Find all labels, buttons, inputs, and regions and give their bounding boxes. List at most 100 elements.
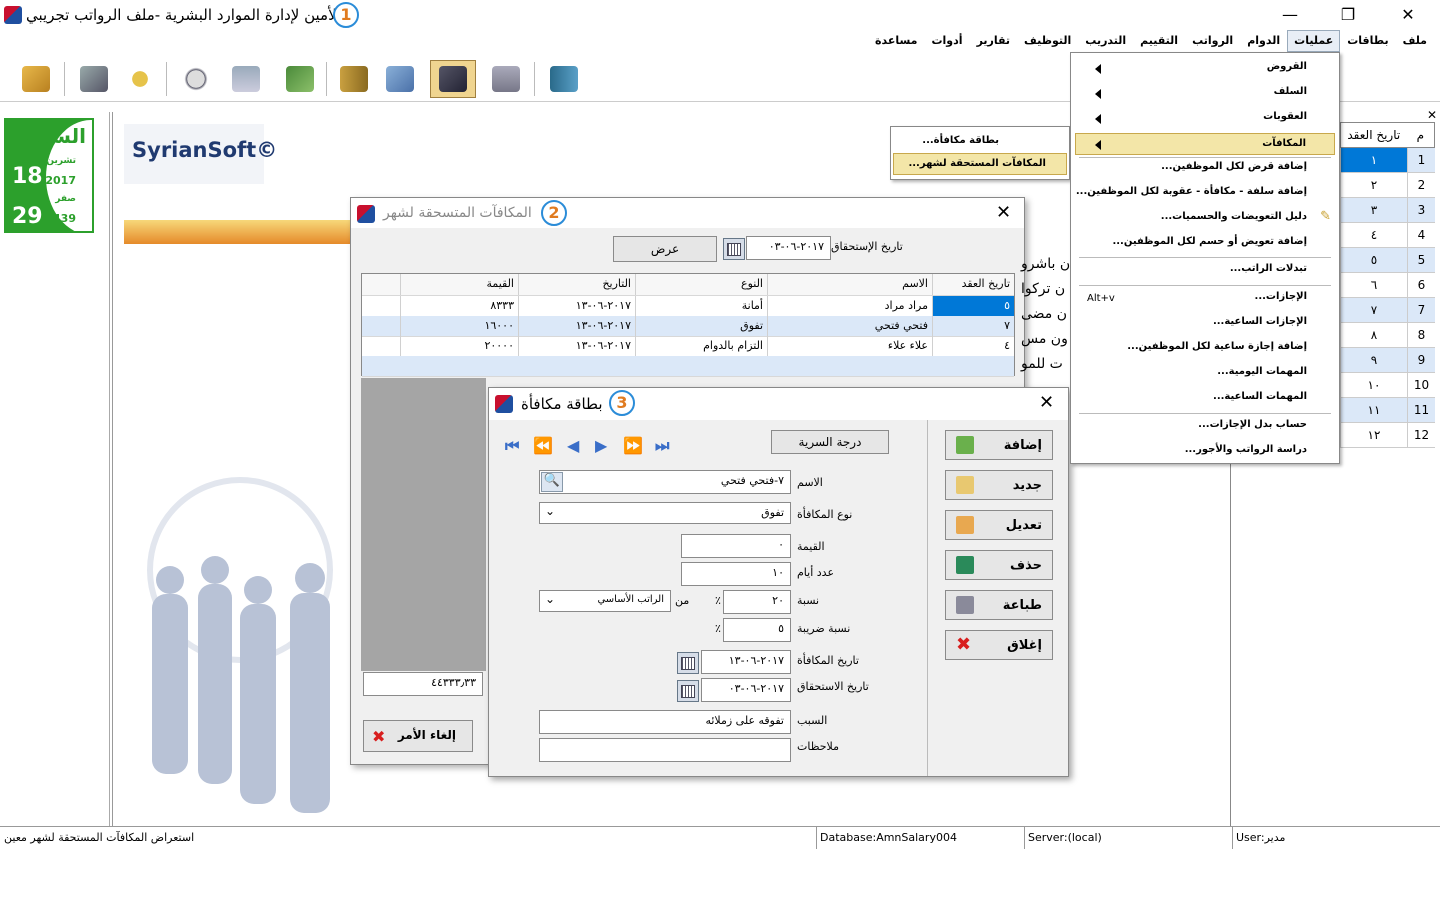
menu-operations[interactable]: عمليات [1287,30,1341,52]
grid-row[interactable]: 10 ١٠ [1340,373,1435,398]
grid-cell-contract: ٩ [1340,348,1407,372]
ratio-field[interactable]: ٢٠ [723,590,791,614]
edit-button[interactable]: تعديل [945,510,1053,540]
due-calendar-icon[interactable] [677,680,699,702]
reason-field[interactable]: تفوقه على زملائه [539,710,791,734]
menu-training[interactable]: التدريب [1078,30,1133,52]
menu-item[interactable]: الإجازات الساعية... [1213,316,1307,327]
menu-recruitment[interactable]: التوظيف [1017,30,1078,52]
restore-button[interactable]: ❐ [1328,4,1368,26]
nav-prev-icon[interactable]: ◀ [567,436,579,455]
grid-row[interactable]: 3٣ [1340,198,1435,223]
grid-row[interactable]: 8٨ [1340,323,1435,348]
table-row[interactable]: ٥ مراد مراد أمانة ٢٠١٧-٠٦-١٣ ٨٣٣٣ [362,296,1014,317]
new-button[interactable]: جديد [945,470,1053,500]
from-chevron-down-icon[interactable]: ⌄ [545,592,555,606]
search-icon[interactable]: 🔍 [541,472,563,492]
table-row[interactable]: ٤ علاء علاء التزام بالدوام ٢٠١٧-٠٦-١٣ ٢٠٠٠٠ [362,336,1014,357]
table-row[interactable]: ٧ فتحي فتحي تفوق ٢٠١٧-٠٦-١٣ ١٦٠٠٠ [362,316,1014,337]
menu-item[interactable]: حساب بدل الإجازات... [1198,419,1307,430]
grid-row[interactable]: 2٢ [1340,173,1435,198]
value-field[interactable]: ٠ [681,534,791,558]
delete-button[interactable]: حذف [945,550,1053,580]
due-date-field[interactable]: ٢٠١٧-٠٦-٠٣ [746,236,831,260]
grid-row[interactable]: 1١ [1340,148,1435,173]
menu-attendance[interactable]: الدوام [1240,30,1287,52]
grid-row[interactable]: 7٧ [1340,298,1435,323]
menu-item[interactable]: العقوبات [1263,111,1307,122]
menu-help[interactable]: مساعدة [868,30,925,52]
submenu-rewards-due[interactable]: المكافآت المستحقة لشهر... [893,153,1067,175]
menu-evaluation[interactable]: التقييم [1133,30,1185,52]
days-field[interactable]: ١٠ [681,562,791,586]
panel-close-icon[interactable]: ✕ [1427,108,1437,122]
books-icon[interactable] [334,60,374,98]
grid-row[interactable]: 4٤ [1340,223,1435,248]
exit-door-icon[interactable] [544,60,584,98]
menu-item[interactable]: المهمات الساعية... [1213,391,1307,402]
show-button[interactable]: عرض [613,236,717,262]
notes-field[interactable] [539,738,791,762]
table-cell: ٢٠١٧-٠٦-١٣ [518,296,635,316]
menu-item[interactable]: إضافة إجازة ساعية لكل الموظفين... [1127,341,1307,352]
name-field[interactable]: ٧-فتحي فتحي [539,470,791,494]
grid-row[interactable]: 9٩ [1340,348,1435,373]
menu-reports[interactable]: تقارير [970,30,1017,52]
menu-item[interactable]: دراسة الرواتب والأجور... [1185,444,1307,455]
grid-row[interactable]: 5٥ [1340,248,1435,273]
nav-first-icon[interactable]: ⏮ [505,436,519,456]
dialog2-close-icon[interactable]: ✕ [996,202,1011,223]
calculator-icon[interactable] [486,60,526,98]
menu-item[interactable]: المكافآت [1075,133,1335,155]
grid-cell-index: 6 [1407,273,1435,297]
grid-cell-contract: ٥ [1340,248,1407,272]
folder-icon[interactable] [380,60,420,98]
menu-item[interactable]: السلف [1274,86,1307,97]
close-dialog-button[interactable]: ✖ إغلاق [945,630,1053,660]
open-folder-icon[interactable] [16,60,56,98]
calendar-picker-icon[interactable] [723,238,745,260]
cancel-button[interactable]: ✖ إلغاء الأمر [363,720,473,752]
nav-last-icon[interactable]: ⏭ [655,436,669,456]
people-folder-icon[interactable] [430,60,476,98]
menu-item[interactable]: إضافة قرض لكل الموظفين... [1161,161,1307,172]
add-button[interactable]: إضافة [945,430,1053,460]
grid-cell-index: 3 [1407,198,1435,222]
secrecy-button[interactable]: درجة السرية [771,430,889,454]
chevron-down-icon[interactable]: ⌄ [545,504,555,518]
menu-item[interactable]: دليل التعويضات والحسميات... [1161,211,1307,222]
due-field[interactable]: ٢٠١٧-٠٦-٠٣ [701,678,791,702]
table-cell: التزام بالدوام [635,336,767,356]
print-button[interactable]: طباعة [945,590,1053,620]
menu-item[interactable]: إضافة سلفة - مكافأة - عقوبة لكل الموظفين… [1076,186,1307,197]
calendar-clock-icon[interactable] [226,60,266,98]
employee-card-icon[interactable] [74,60,114,98]
grid-row[interactable]: 11 ١١ [1340,398,1435,423]
menu-file[interactable]: ملف [1396,30,1434,52]
reward-type-select[interactable]: تفوق [539,502,791,524]
menu-item[interactable]: المهمات اليومية... [1217,366,1307,377]
menu-cards[interactable]: بطاقات [1340,30,1395,52]
close-button[interactable]: ✕ [1388,4,1428,26]
reward-date-calendar-icon[interactable] [677,652,699,674]
nav-next-page-icon[interactable]: ⏩ [623,436,643,455]
grid-row[interactable]: 12 ١٢ [1340,423,1435,448]
menu-item[interactable]: الإجازات... [1255,291,1307,302]
grid-row[interactable]: 6٦ [1340,273,1435,298]
menu-item[interactable]: تبدلات الراتب... [1230,263,1307,274]
reward-date-field[interactable]: ٢٠١٧-٠٦-١٣ [701,650,791,674]
nav-next-icon[interactable]: ▶ [595,436,607,455]
minimize-button[interactable]: — [1270,4,1310,26]
nav-prev-page-icon[interactable]: ⏪ [533,436,553,455]
from-select[interactable]: الراتب الأساسي [539,590,671,612]
menu-item[interactable]: إضافة تعويض أو حسم لكل الموظفين... [1112,236,1307,247]
menu-tools[interactable]: أدوات [924,30,969,52]
clock-icon[interactable] [176,60,216,98]
menu-salaries[interactable]: الرواتب [1185,30,1240,52]
submenu-reward-card[interactable]: بطاقة مكافأة... [922,135,999,146]
add-key-icon[interactable] [120,60,160,98]
menu-item[interactable]: القروض [1267,61,1307,72]
dialog3-close-icon[interactable]: ✕ [1039,392,1054,413]
money-calculator-icon[interactable] [280,60,320,98]
tax-field[interactable]: ٥ [723,618,791,642]
